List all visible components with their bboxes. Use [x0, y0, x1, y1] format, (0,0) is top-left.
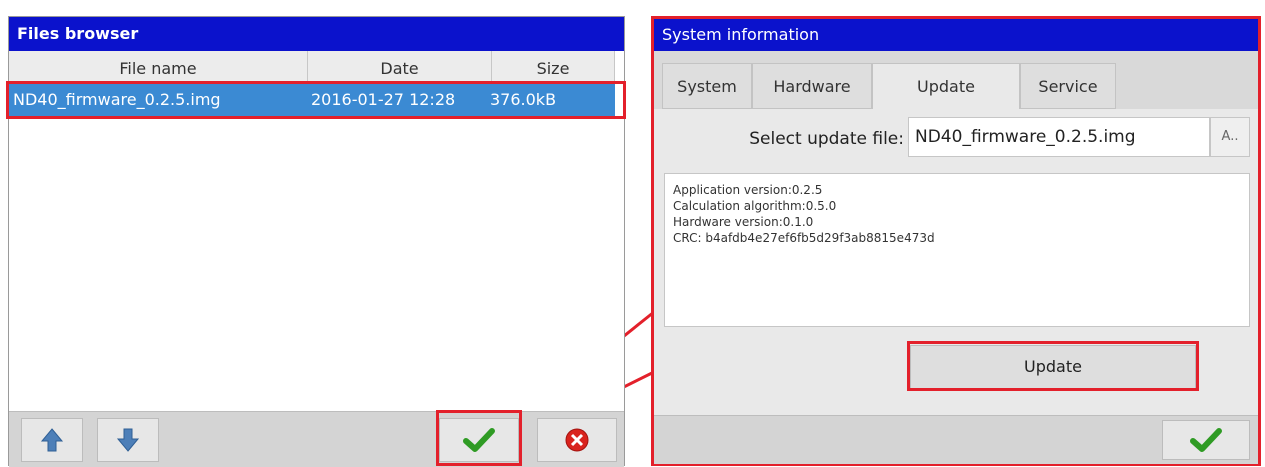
cancel-button[interactable] — [537, 418, 617, 462]
files-browser-toolbar — [9, 411, 624, 467]
application-version-text: Application version:0.2.5 — [673, 183, 823, 197]
column-header-file-name[interactable]: File name — [9, 51, 308, 83]
tab-service[interactable]: Service — [1020, 63, 1116, 109]
system-information-title: System information — [654, 19, 1258, 51]
crc-text: CRC: b4afdb4e27ef6fb5d29f3ab8815e473d — [673, 231, 935, 245]
arrow-down-icon — [116, 428, 140, 452]
firmware-info-box: Application version:0.2.5 Calculation al… — [664, 173, 1250, 327]
move-up-button[interactable] — [21, 418, 83, 462]
files-browser-title: Files browser — [9, 17, 624, 51]
select-update-file-label: Select update file: — [749, 129, 904, 149]
update-file-field[interactable]: ND40_firmware_0.2.5.img — [908, 117, 1210, 157]
system-information-window: System information System Hardware Updat… — [651, 16, 1261, 466]
update-button-highlight — [907, 341, 1199, 391]
browse-file-button[interactable]: A.. — [1210, 117, 1250, 157]
column-header-size[interactable]: Size — [492, 51, 615, 83]
arrow-up-icon — [40, 428, 64, 452]
column-header-date[interactable]: Date — [308, 51, 492, 83]
confirm-button-highlight — [436, 410, 522, 466]
check-icon — [1190, 428, 1222, 452]
tab-hardware[interactable]: Hardware — [752, 63, 872, 109]
ok-button[interactable] — [1162, 420, 1250, 460]
tab-system[interactable]: System — [662, 63, 752, 109]
selected-file-highlight — [6, 81, 626, 119]
system-information-footer — [654, 415, 1258, 464]
move-down-button[interactable] — [97, 418, 159, 462]
cancel-icon — [565, 428, 589, 452]
update-tab-panel: Select update file: ND40_firmware_0.2.5.… — [654, 109, 1258, 415]
tab-update[interactable]: Update — [872, 63, 1020, 109]
hardware-version-text: Hardware version:0.1.0 — [673, 215, 814, 229]
calculation-algorithm-text: Calculation algorithm:0.5.0 — [673, 199, 837, 213]
